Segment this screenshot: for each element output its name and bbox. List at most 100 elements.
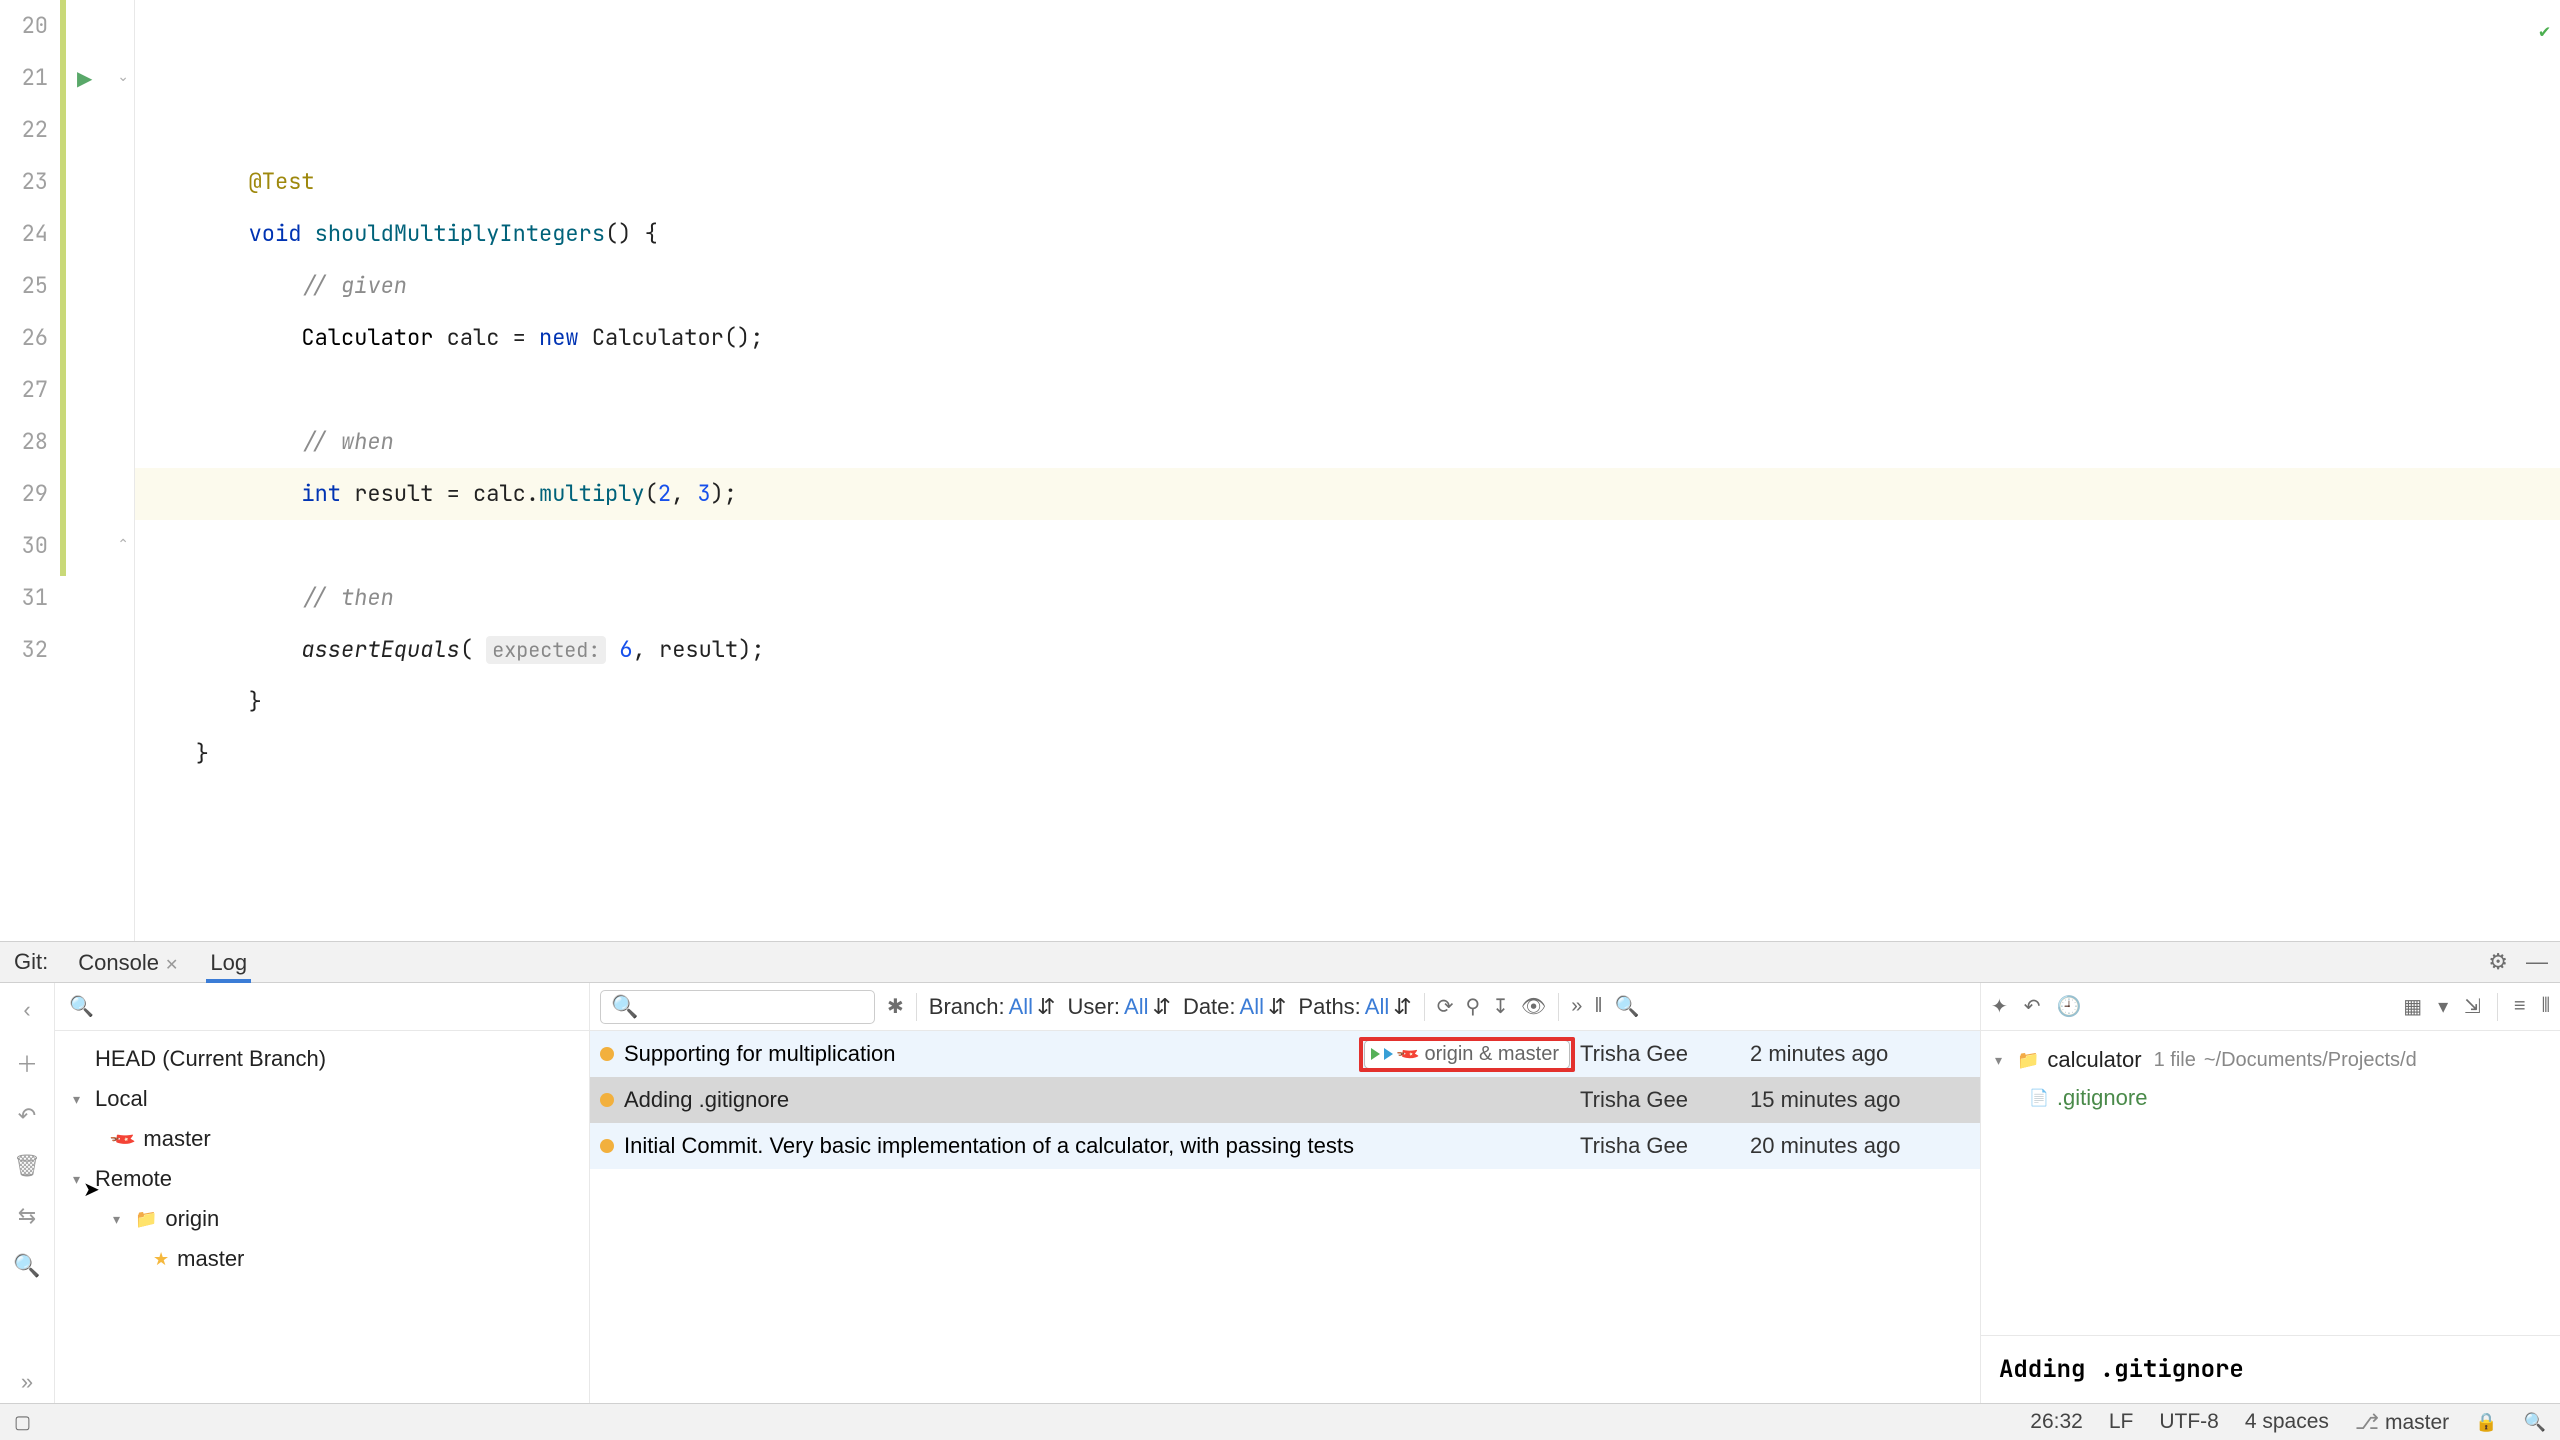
paths-filter[interactable]: Paths: All ⇵ (1298, 994, 1411, 1020)
indent-setting[interactable]: 4 spaces (2245, 1410, 2329, 1434)
pause-icon[interactable]: ‖ (1594, 995, 1602, 1018)
push-arrow-icon (1371, 1048, 1380, 1060)
code-line[interactable]: } (135, 728, 2560, 780)
line-number[interactable]: 20 (0, 0, 48, 52)
commit-message: Initial Commit. Very basic implementatio… (624, 1133, 1570, 1159)
eye-icon[interactable]: 👁 (1521, 994, 1546, 1019)
editor-gutter-icons: ▶ ⌄ ⌃ (60, 0, 135, 941)
code-line[interactable]: @Test (135, 156, 2560, 208)
more-icon[interactable]: » (1571, 995, 1582, 1018)
line-separator[interactable]: LF (2109, 1410, 2134, 1434)
commit-row[interactable]: Supporting for multiplication 🔖 origin & … (590, 1031, 1980, 1077)
more-icon[interactable]: » (21, 1369, 33, 1395)
run-test-icon[interactable]: ▶ (77, 66, 92, 91)
line-number[interactable]: 31 (0, 572, 48, 624)
group-icon[interactable]: ▦ (2403, 994, 2422, 1019)
diff-icon[interactable]: ⫴ (2542, 995, 2550, 1018)
cherry-pick-icon[interactable]: ⚲ (1465, 994, 1480, 1019)
graph-node-icon (600, 1093, 614, 1107)
search-icon[interactable]: 🔍 (1615, 994, 1640, 1019)
caret-position[interactable]: 26:32 (2030, 1410, 2083, 1434)
file-encoding[interactable]: UTF-8 (2159, 1410, 2219, 1434)
line-number[interactable]: 23 (0, 156, 48, 208)
remote-node[interactable]: ▾ Remote ➤ (63, 1159, 581, 1199)
code-line[interactable]: Calculator calc = new Calculator(); (135, 312, 2560, 364)
head-branch[interactable]: HEAD (Current Branch) (63, 1039, 581, 1079)
changed-file-row[interactable]: 📄 .gitignore (1995, 1079, 2546, 1117)
code-line[interactable] (135, 364, 2560, 416)
log-pane: 🔍 ✱ Branch: All ⇵ User: All ⇵ Date: All … (590, 983, 1980, 1403)
minimize-icon[interactable]: — (2526, 949, 2548, 975)
code-line[interactable] (135, 780, 2560, 832)
push-icon[interactable]: ↧ (1492, 994, 1509, 1019)
code-line[interactable]: int result = calc.multiply(2, 3); (135, 468, 2560, 520)
select-opened-icon[interactable]: ✦ (1991, 994, 2008, 1019)
code-line[interactable]: // given (135, 260, 2560, 312)
commit-row[interactable]: Adding .gitignoreTrisha Gee15 minutes ag… (590, 1077, 1980, 1123)
fold-icon[interactable]: ⌃ (117, 536, 129, 553)
gear-icon[interactable]: ⚙ (2488, 949, 2508, 975)
commit-date: 20 minutes ago (1750, 1133, 1980, 1159)
line-number[interactable]: 32 (0, 624, 48, 676)
vcs-change-marker (60, 0, 66, 576)
root-folder-row[interactable]: ▾ 📁 calculator 1 file ~/Documents/Projec… (1995, 1041, 2546, 1079)
commit-message: Adding .gitignore (624, 1087, 1570, 1113)
branch-label[interactable]: 🔖 origin & master (1364, 1040, 1570, 1069)
delete-icon[interactable]: 🗑 (13, 1153, 41, 1179)
line-number[interactable]: 24 (0, 208, 48, 260)
branches-search[interactable]: 🔍 (55, 983, 589, 1031)
line-number[interactable]: 30 (0, 520, 48, 572)
close-icon[interactable]: ✕ (165, 957, 178, 974)
search-icon[interactable]: 🔍 (13, 1253, 40, 1279)
revert-icon[interactable]: ↶ (2024, 994, 2041, 1019)
expand-icon[interactable]: ⇲ (2464, 994, 2481, 1019)
user-filter[interactable]: User: All ⇵ (1067, 994, 1170, 1020)
code-line[interactable]: void shouldMultiplyIntegers() { (135, 208, 2560, 260)
origin-node[interactable]: ▾ 📁 origin (63, 1199, 581, 1239)
add-icon[interactable]: ＋ (16, 1047, 38, 1079)
inspections-ok-icon[interactable]: ✔ (2539, 6, 2550, 58)
line-number[interactable]: 29 (0, 468, 48, 520)
commit-list[interactable]: Supporting for multiplication 🔖 origin & … (590, 1031, 1980, 1403)
regex-icon[interactable]: ✱ (887, 994, 904, 1019)
merge-icon[interactable]: ⇆ (18, 1203, 36, 1229)
undo-icon[interactable]: ↶ (18, 1103, 36, 1129)
line-number[interactable]: 25 (0, 260, 48, 312)
code-editor[interactable]: ✔ @Test void shouldMultiplyIntegers() { … (135, 0, 2560, 941)
code-line[interactable] (135, 520, 2560, 572)
line-number[interactable]: 21 (0, 52, 48, 104)
origin-master-branch[interactable]: ★ master (63, 1239, 581, 1279)
fold-icon[interactable]: ⌄ (117, 68, 129, 85)
refresh-icon[interactable]: ⟳ (1437, 994, 1454, 1019)
date-filter[interactable]: Date: All ⇵ (1183, 994, 1286, 1020)
log-search-input[interactable]: 🔍 (600, 990, 875, 1024)
collapse-icon[interactable]: ‹ (23, 997, 30, 1023)
line-number[interactable]: 27 (0, 364, 48, 416)
line-number[interactable]: 28 (0, 416, 48, 468)
branches-pane: 🔍 HEAD (Current Branch) ▾ Local 🔖 master… (55, 983, 590, 1403)
git-branch-widget[interactable]: ⎇ master (2355, 1410, 2449, 1435)
commit-row[interactable]: Initial Commit. Very basic implementatio… (590, 1123, 1980, 1169)
line-number[interactable]: 26 (0, 312, 48, 364)
commit-message: Adding .gitignore (1981, 1335, 2560, 1403)
filter-icon[interactable]: ▾ (2438, 994, 2448, 1019)
code-line[interactable]: // when (135, 416, 2560, 468)
line-number[interactable]: 22 (0, 104, 48, 156)
commit-message: Supporting for multiplication (624, 1041, 1354, 1067)
local-node[interactable]: ▾ Local (63, 1079, 581, 1119)
lock-icon[interactable]: 🔒 (2475, 1412, 2497, 1433)
history-icon[interactable]: 🕘 (2057, 994, 2082, 1019)
search-icon[interactable]: 🔍 (2524, 1412, 2546, 1433)
tag-icon: 🔖 (1394, 1040, 1422, 1068)
code-line[interactable]: // then (135, 572, 2560, 624)
branch-tree: HEAD (Current Branch) ▾ Local 🔖 master ▾… (55, 1031, 589, 1287)
branch-filter[interactable]: Branch: All ⇵ (929, 994, 1056, 1020)
tab-console[interactable]: Console✕ (62, 942, 194, 983)
tool-windows-icon[interactable]: ▢ (14, 1412, 31, 1433)
list-icon[interactable]: ≡ (2514, 995, 2526, 1018)
folder-icon: 📁 (2017, 1050, 2039, 1071)
tab-log[interactable]: Log (194, 942, 263, 983)
code-line[interactable]: } (135, 676, 2560, 728)
local-master-branch[interactable]: 🔖 master (63, 1119, 581, 1159)
code-line[interactable]: assertEquals( expected: 6, result); (135, 624, 2560, 676)
